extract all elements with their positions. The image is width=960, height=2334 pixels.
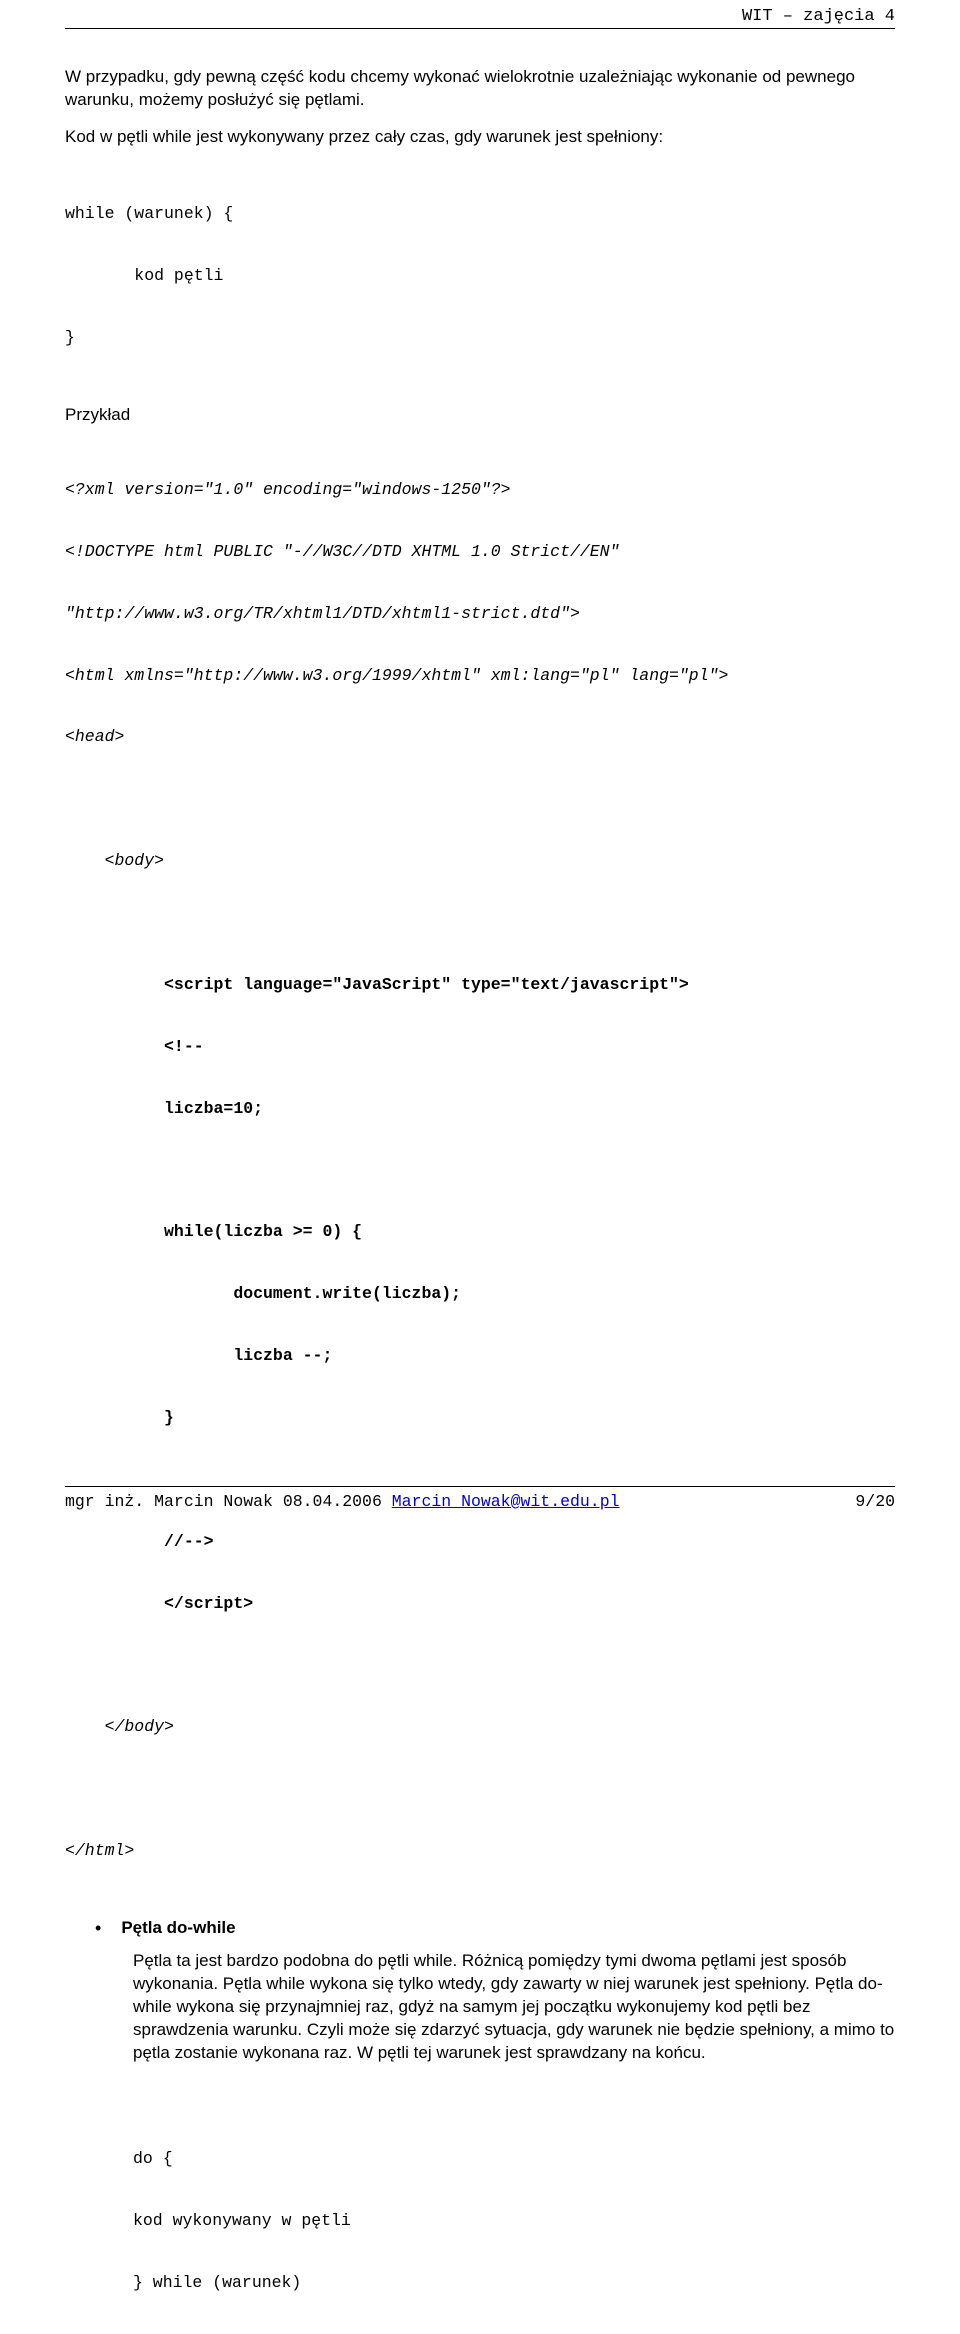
code-line: <script language="JavaScript" type="text… [65,975,895,996]
code-example: <?xml version="1.0" encoding="windows-12… [65,439,895,1903]
paragraph-dowhile: Pętla ta jest bardzo podobna do pętli wh… [133,1950,895,2065]
code-while-syntax: while (warunek) { kod pętli } [65,163,895,390]
code-line: while (warunek) { [65,204,895,225]
page-footer: mgr inż. Marcin Nowak 08.04.2006 Marcin_… [65,1486,895,1513]
code-line: do { [133,2149,895,2170]
header-rule [65,28,895,29]
code-line: } while (warunek) [133,2273,895,2294]
code-line: <?xml version="1.0" encoding="windows-12… [65,480,895,501]
footer-email-link[interactable]: Marcin_Nowak@wit.edu.pl [392,1492,620,1511]
code-line: while(liczba >= 0) { [65,1222,895,1243]
page-content: W przypadku, gdy pewną część kodu chcemy… [65,30,895,2334]
code-line: //--> [65,1532,895,1553]
bullet-icon: • [95,1919,101,1937]
code-line: liczba=10; [65,1099,895,1120]
code-dowhile-syntax: do { kod wykonywany w pętli } while (war… [133,2108,895,2334]
code-line: kod pętli [65,266,895,287]
code-line: <!DOCTYPE html PUBLIC "-//W3C//DTD XHTML… [65,542,895,563]
code-blank [65,789,895,810]
code-blank [65,1779,895,1800]
code-blank [65,1161,895,1182]
code-line: <html xmlns="http://www.w3.org/1999/xhtm… [65,666,895,687]
footer-author: mgr inż. Marcin Nowak 08.04.2006 [65,1492,392,1511]
footer-left: mgr inż. Marcin Nowak 08.04.2006 Marcin_… [65,1491,620,1513]
do-while-block: Pętla ta jest bardzo podobna do pętli wh… [133,1950,895,2334]
code-line: </script> [65,1594,895,1615]
code-blank [65,913,895,934]
code-line: <body> [65,851,895,872]
code-line: } [65,1408,895,1429]
page-header-title: WIT – zajęcia 4 [742,6,895,29]
code-line: <!-- [65,1037,895,1058]
bullet-heading: Pętla do-while [121,1917,235,1940]
paragraph-intro-1: W przypadku, gdy pewną część kodu chcemy… [65,66,895,112]
code-line: </body> [65,1717,895,1738]
code-line: } [65,328,895,349]
code-line: document.write(liczba); [65,1284,895,1305]
example-label: Przykład [65,404,895,427]
footer-rule [65,1486,895,1487]
code-line: <head> [65,727,895,748]
code-line: "http://www.w3.org/TR/xhtml1/DTD/xhtml1-… [65,604,895,625]
bullet-do-while: • Pętla do-while [65,1917,895,1940]
footer-page-number: 9/20 [855,1491,895,1513]
code-line: kod wykonywany w pętli [133,2211,895,2232]
code-line: liczba --; [65,1346,895,1367]
code-blank [65,1656,895,1677]
paragraph-intro-2: Kod w pętli while jest wykonywany przez … [65,126,895,149]
code-line: </html> [65,1841,895,1862]
